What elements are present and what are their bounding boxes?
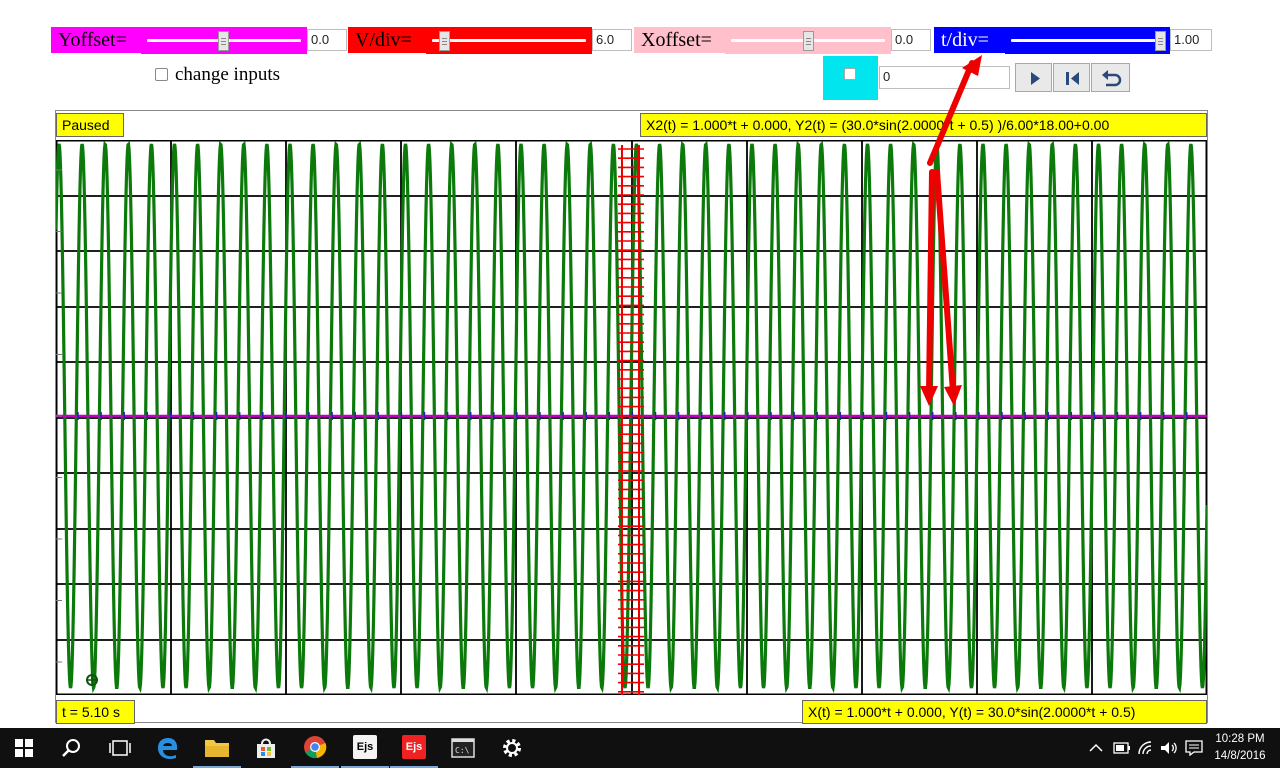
edge-button[interactable] [144, 728, 192, 768]
ejs-icon: Ejs [402, 735, 426, 759]
settings-icon [503, 739, 521, 757]
clock[interactable]: 10:28 PM 14/8/2016 [1210, 731, 1270, 765]
svg-text:C:\: C:\ [455, 746, 470, 755]
command-prompt-button[interactable]: C:\ [439, 728, 487, 768]
chrome-icon [304, 736, 327, 759]
clock-date: 14/8/2016 [1214, 750, 1266, 762]
store-button[interactable] [242, 728, 290, 768]
search-icon [62, 739, 80, 757]
command-prompt-icon: C:\ [451, 738, 475, 758]
ejs-icon: Ejs [353, 735, 377, 759]
search-button[interactable] [48, 728, 96, 768]
file-explorer-icon [205, 740, 229, 757]
volume-icon[interactable] [1160, 740, 1178, 756]
store-icon [257, 738, 275, 758]
file-explorer-button[interactable] [193, 728, 241, 768]
task-view-icon [109, 740, 131, 756]
chrome-button[interactable] [291, 728, 339, 768]
clock-time: 10:28 PM [1215, 733, 1265, 745]
wifi-icon[interactable] [1137, 740, 1155, 756]
action-center-icon[interactable] [1185, 740, 1203, 756]
show-hidden-icons-icon[interactable] [1089, 743, 1103, 753]
edge-icon [158, 738, 178, 759]
task-view-button[interactable] [96, 728, 144, 768]
ejs-button-2[interactable]: Ejs [390, 728, 438, 768]
ejs-button-1[interactable]: Ejs [341, 728, 389, 768]
taskbar: Ejs Ejs C:\ 10:28 PM 14/8/2016 [0, 728, 1280, 768]
settings-button[interactable] [488, 728, 536, 768]
start-icon [15, 739, 33, 757]
annotation-arrows [920, 55, 982, 406]
start-button[interactable] [0, 728, 48, 768]
battery-icon[interactable] [1113, 741, 1131, 755]
